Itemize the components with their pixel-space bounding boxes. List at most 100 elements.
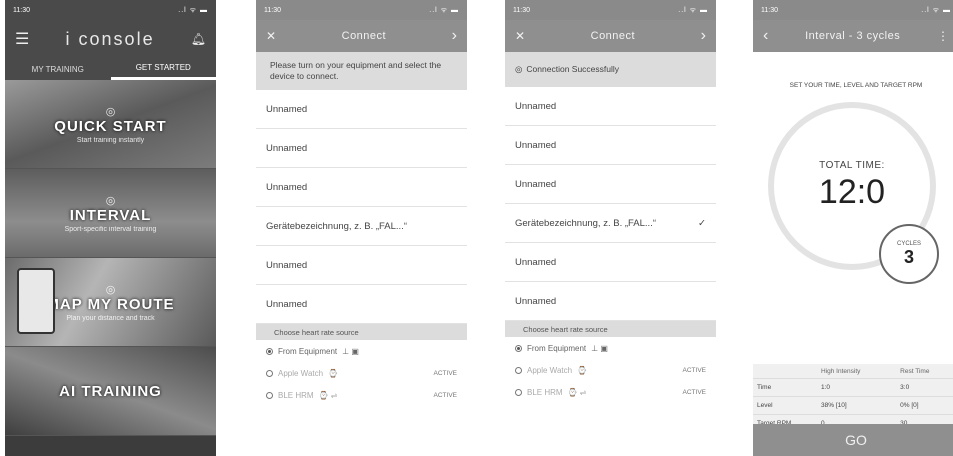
total-time-label: TOTAL TIME: <box>819 160 885 171</box>
tile-title: INTERVAL <box>69 206 152 224</box>
hr-option-label: From Equipment <box>527 343 587 353</box>
next-icon[interactable]: › <box>701 27 706 45</box>
device-name: Gerätebezeichnung, z. B. „FAL...“ <box>515 217 656 229</box>
success-icon: ◎ <box>515 64 523 74</box>
device-name: Unnamed <box>515 100 557 112</box>
radio-icon[interactable] <box>515 366 522 374</box>
device-row[interactable]: Unnamed <box>505 282 716 322</box>
bell-icon[interactable]: 🔔︎ <box>191 32 206 46</box>
device-name: Unnamed <box>515 139 557 151</box>
device-row[interactable]: Unnamed <box>256 90 467 130</box>
app-header: ☰ i console 🔔︎ <box>5 20 216 58</box>
equipment-icon: ⊥ ▣ <box>342 346 359 356</box>
nav-bar: ✕ Connect › <box>256 20 467 52</box>
app-logo: i console <box>65 28 155 49</box>
rest-value[interactable]: 0% [0] <box>899 396 953 415</box>
device-row[interactable]: Gerätebezeichnung, z. B. „FAL...“ ✓ <box>505 204 716 244</box>
device-name: Unnamed <box>515 295 557 307</box>
radio-icon[interactable] <box>515 388 522 396</box>
radio-icon[interactable] <box>266 347 273 355</box>
nav-bar: ‹ Interval - 3 cycles ⋮ <box>753 20 953 52</box>
more-icon[interactable]: ⋮ <box>937 29 949 43</box>
interval-body: SET YOUR TIME, LEVEL AND TARGET RPM TOTA… <box>753 52 953 352</box>
tile-subtitle: Plan your distance and track <box>66 314 155 322</box>
go-button[interactable]: GO <box>753 424 953 456</box>
connect-notice: Please turn on your equipment and select… <box>256 52 467 91</box>
tile-subtitle: Sport-specific interval training <box>64 225 157 233</box>
device-name: Unnamed <box>266 103 308 115</box>
device-name: Unnamed <box>266 142 308 154</box>
status-bar: 11:30 ..l ᯤ ▬ <box>5 0 216 20</box>
device-row[interactable]: Unnamed <box>256 129 467 169</box>
active-badge: ACTIVE <box>682 366 706 374</box>
tab-my-training[interactable]: MY TRAINING <box>5 58 111 80</box>
back-icon[interactable]: ‹ <box>763 27 768 45</box>
hrm-icon: ⌚ ⇌ <box>567 387 587 397</box>
connect-notice: ◎ Connection Successfully <box>505 52 716 88</box>
device-list: Unnamed Unnamed Unnamed Gerätebezeichnun… <box>505 87 716 322</box>
connect-success-screen: 11:30 ..l ᯤ ▬ ✕ Connect › ◎ Connection S… <box>505 0 716 456</box>
device-row[interactable]: Unnamed <box>256 246 467 286</box>
hr-option-equipment[interactable]: From Equipment ⊥ ▣ <box>505 337 716 359</box>
tab-get-started[interactable]: GET STARTED <box>110 58 216 80</box>
device-name: Gerätebezeichnung, z. B. „FAL...“ <box>266 220 407 232</box>
next-icon[interactable]: › <box>452 27 457 45</box>
hr-option-apple-watch[interactable]: Apple Watch ⌚ ACTIVE <box>505 359 716 381</box>
hr-option-label: BLE HRM <box>278 390 314 400</box>
rest-value[interactable]: 3:0 <box>899 378 953 397</box>
tile-title: MAP MY ROUTE <box>46 295 175 313</box>
device-name: Unnamed <box>266 298 308 310</box>
status-time: 11:30 <box>13 6 30 14</box>
page-title: Connect <box>341 30 387 42</box>
close-icon[interactable]: ✕ <box>266 29 276 43</box>
watch-icon: ⌚ <box>328 368 339 378</box>
device-row[interactable]: Unnamed <box>505 87 716 127</box>
radio-icon[interactable] <box>515 344 522 352</box>
status-icons: ..l ᯤ ▬ <box>921 6 951 14</box>
table-row[interactable]: Time 1:0 3:0 <box>753 378 953 397</box>
table-row[interactable]: Level 38% [10] 0% [0] <box>753 396 953 415</box>
column-header: Rest Time <box>900 367 930 375</box>
high-value[interactable]: 1:0 <box>820 378 900 397</box>
tile-title: AI TRAINING <box>59 382 162 400</box>
timer-icon: ◎ <box>105 105 116 118</box>
tile-quick-start[interactable]: ◎ QUICK START Start training instantly <box>5 80 216 169</box>
nav-bar: ✕ Connect › <box>505 20 716 52</box>
tab-bar: MY TRAINING GET STARTED <box>5 58 216 80</box>
page-title: Interval - 3 cycles <box>805 30 901 42</box>
device-row[interactable]: Unnamed <box>256 285 467 325</box>
hr-option-equipment[interactable]: From Equipment ⊥ ▣ <box>256 340 467 362</box>
status-icons: ..l ᯤ ▬ <box>429 6 459 14</box>
cycles-badge[interactable]: CYCLES 3 <box>879 224 939 284</box>
equipment-icon: ⊥ ▣ <box>591 343 608 353</box>
device-row[interactable]: Unnamed <box>505 243 716 283</box>
radio-icon[interactable] <box>266 369 273 377</box>
close-icon[interactable]: ✕ <box>515 29 525 43</box>
high-value[interactable]: 38% [10] <box>820 396 900 415</box>
device-row[interactable]: Gerätebezeichnung, z. B. „FAL...“ <box>256 207 467 247</box>
hr-option-apple-watch[interactable]: Apple Watch ⌚ ACTIVE <box>256 362 467 384</box>
connect-screen: 11:30 ..l ᯤ ▬ ✕ Connect › Please turn on… <box>256 0 467 456</box>
status-bar: 11:30 ..l ᯤ ▬ <box>753 0 953 20</box>
tile-interval[interactable]: ◎ INTERVAL Sport-specific interval train… <box>5 169 216 258</box>
hr-option-label: BLE HRM <box>527 387 563 397</box>
device-row[interactable]: Unnamed <box>505 126 716 166</box>
hr-option-ble-hrm[interactable]: BLE HRM ⌚ ⇌ ACTIVE <box>256 384 467 406</box>
status-icons: ..l ᯤ ▬ <box>178 6 208 14</box>
tile-map-my-route[interactable]: ◎ MAP MY ROUTE Plan your distance and tr… <box>5 258 216 347</box>
radio-icon[interactable] <box>266 391 273 399</box>
hr-option-ble-hrm[interactable]: BLE HRM ⌚ ⇌ ACTIVE <box>505 381 716 403</box>
device-row[interactable]: Unnamed <box>256 168 467 208</box>
page-title: Connect <box>590 30 636 42</box>
phone-image <box>17 268 55 334</box>
tile-ai-training[interactable]: AI TRAINING <box>5 347 216 436</box>
status-time: 11:30 <box>264 6 281 14</box>
device-row[interactable]: Unnamed <box>505 165 716 205</box>
row-label: Time <box>753 378 820 397</box>
active-badge: ACTIVE <box>433 369 457 377</box>
pin-icon: ◎ <box>105 283 116 296</box>
menu-icon[interactable]: ☰ <box>15 29 29 49</box>
status-time: 11:30 <box>761 6 778 14</box>
row-label: Level <box>753 396 820 415</box>
device-name: Unnamed <box>515 256 557 268</box>
